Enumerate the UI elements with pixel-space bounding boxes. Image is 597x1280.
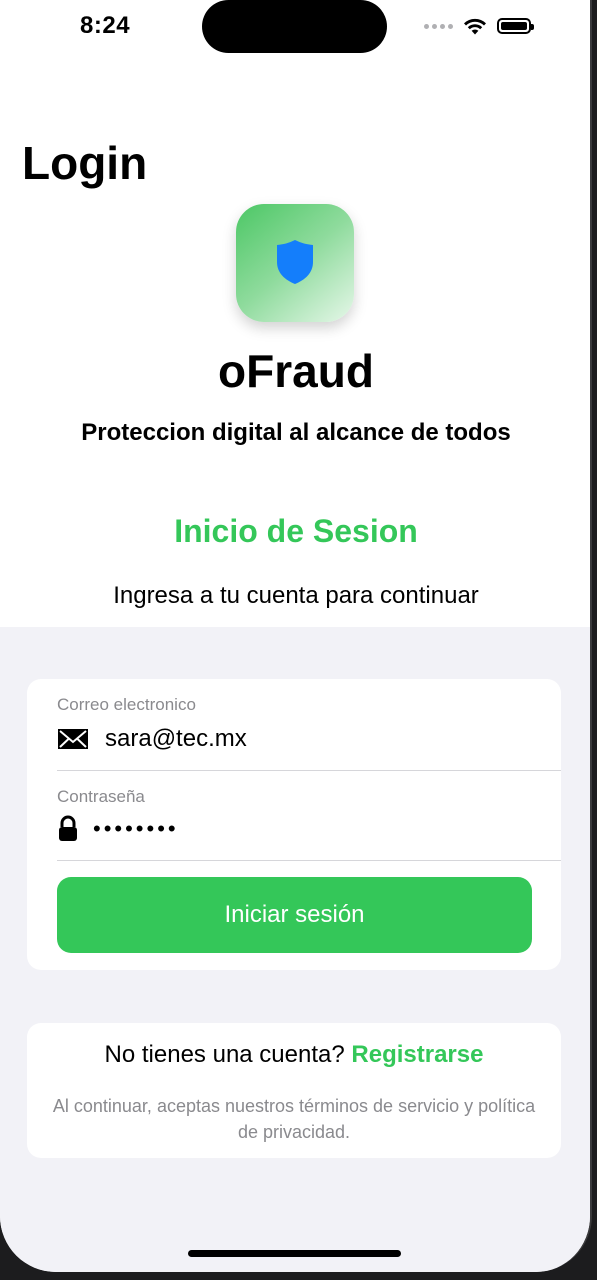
register-card: No tienes una cuenta? Registrarse Al con… <box>27 1023 561 1158</box>
shield-icon <box>277 240 313 284</box>
cellular-signal-icon <box>424 23 453 29</box>
battery-icon <box>497 18 534 34</box>
field-divider <box>57 770 561 771</box>
page-title: Login <box>22 137 148 189</box>
app-screen: 8:24 Login oFraud Proteccion digital al … <box>0 0 592 1272</box>
app-name: oFraud <box>218 345 374 397</box>
lock-icon <box>59 815 77 841</box>
status-bar: 8:24 <box>0 0 590 54</box>
register-link[interactable]: Registrarse <box>351 1041 483 1068</box>
email-input[interactable]: sara@tec.mx <box>105 725 247 753</box>
login-section-title: Inicio de Sesion <box>174 513 418 549</box>
register-prompt-line: No tienes una cuenta? Registrarse <box>27 1041 561 1069</box>
app-tagline: Proteccion digital al alcance de todos <box>81 419 511 446</box>
terms-notice: Al continuar, aceptas nuestros términos … <box>52 1096 536 1142</box>
password-field[interactable]: •••••••• <box>57 811 561 847</box>
device-frame: 8:24 Login oFraud Proteccion digital al … <box>0 0 597 1280</box>
home-indicator[interactable] <box>188 1250 401 1257</box>
field-divider <box>57 860 561 861</box>
login-section-subtitle: Ingresa a tu cuenta para continuar <box>113 582 479 609</box>
wifi-icon <box>464 18 486 35</box>
dynamic-island <box>202 0 387 53</box>
register-prompt: No tienes una cuenta? <box>104 1041 345 1068</box>
email-label: Correo electronico <box>57 695 196 714</box>
login-button[interactable]: Iniciar sesión <box>57 877 532 953</box>
status-indicators <box>424 14 534 38</box>
password-input[interactable]: •••••••• <box>93 816 179 842</box>
login-form-card: Correo electronico sara@tec.mx Contraseñ… <box>27 679 561 970</box>
envelope-icon <box>58 729 88 749</box>
email-field[interactable]: sara@tec.mx <box>57 721 561 757</box>
password-label: Contraseña <box>57 787 145 806</box>
status-time: 8:24 <box>80 12 131 39</box>
app-logo <box>236 204 354 322</box>
